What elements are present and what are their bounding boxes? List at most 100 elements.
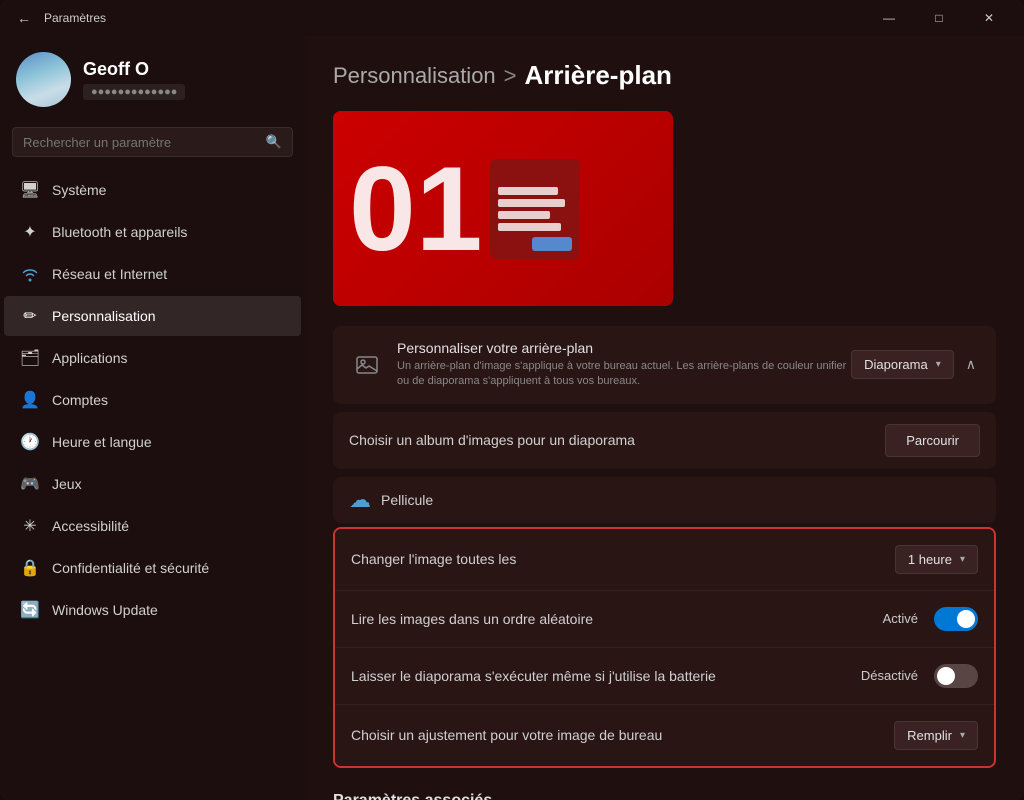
image-icon xyxy=(349,347,385,383)
back-button[interactable]: ← xyxy=(12,6,36,30)
main-content: Geoff O ●●●●●●●●●●●●● 🔍 🖥 Système ✦ Blue… xyxy=(0,36,1024,800)
parametres-associes-header: Paramètres associés xyxy=(333,776,996,800)
collapse-icon[interactable]: ∧ xyxy=(962,352,980,377)
accessibilite-icon: ✳ xyxy=(20,516,40,536)
sidebar-item-label: Réseau et Internet xyxy=(52,266,167,282)
album-label: Choisir un album d'images pour un diapor… xyxy=(349,432,635,448)
breadcrumb-separator: > xyxy=(504,63,517,89)
laisser-diaporama-toggle[interactable] xyxy=(934,664,978,688)
systeme-icon: 🖥 xyxy=(20,180,40,200)
avatar xyxy=(16,52,71,107)
changer-image-dropdown[interactable]: 1 heure ▾ xyxy=(895,545,978,574)
sidebar-item-systeme[interactable]: 🖥 Système xyxy=(4,170,301,210)
diaporama-dropdown[interactable]: Diaporama ▾ xyxy=(851,350,954,379)
wp-badge xyxy=(532,237,572,251)
user-name: Geoff O xyxy=(83,59,185,80)
breadcrumb-current: Arrière-plan xyxy=(525,60,672,91)
sidebar-item-personnalisation[interactable]: ✏ Personnalisation xyxy=(4,296,301,336)
jeux-icon: 🎮 xyxy=(20,474,40,494)
sidebar-item-label: Confidentialité et sécurité xyxy=(52,560,209,576)
sidebar-item-confidentialite[interactable]: 🔒 Confidentialité et sécurité xyxy=(4,548,301,588)
search-box[interactable]: 🔍 xyxy=(12,127,293,157)
wallpaper-image: 01 xyxy=(333,111,673,306)
sidebar-item-label: Applications xyxy=(52,350,128,366)
sidebar-item-bluetooth[interactable]: ✦ Bluetooth et appareils xyxy=(4,212,301,252)
pellicule-row: ☁ Pellicule xyxy=(333,477,996,523)
cloud-icon: ☁ xyxy=(349,487,371,513)
album-row: Choisir un album d'images pour un diapor… xyxy=(333,412,996,469)
wallpaper-preview: 01 xyxy=(333,111,673,306)
avatar-image xyxy=(16,52,71,107)
lire-images-value: Activé xyxy=(883,611,918,626)
laisser-diaporama-label: Laisser le diaporama s'exécuter même si … xyxy=(351,668,861,684)
minimize-button[interactable]: — xyxy=(866,3,912,33)
lire-images-toggle[interactable] xyxy=(934,607,978,631)
personnalisation-icon: ✏ xyxy=(20,306,40,326)
wp-icon xyxy=(490,159,580,259)
sidebar-item-windows-update[interactable]: 🔄 Windows Update xyxy=(4,590,301,630)
user-info: Geoff O ●●●●●●●●●●●●● xyxy=(83,59,185,100)
confidentialite-icon: 🔒 xyxy=(20,558,40,578)
sidebar-item-applications[interactable]: 🗂 Applications xyxy=(4,338,301,378)
sidebar-item-jeux[interactable]: 🎮 Jeux xyxy=(4,464,301,504)
laisser-diaporama-value: Désactivé xyxy=(861,668,918,683)
wp-number: 01 xyxy=(349,149,482,269)
search-icon: 🔍 xyxy=(266,134,282,150)
user-section[interactable]: Geoff O ●●●●●●●●●●●●● xyxy=(0,36,305,119)
sidebar-item-comptes[interactable]: 👤 Comptes xyxy=(4,380,301,420)
pellicule-label: Pellicule xyxy=(381,492,433,508)
sidebar-item-label: Bluetooth et appareils xyxy=(52,224,187,240)
toggle-thumb xyxy=(937,667,955,685)
changer-image-row: Changer l'image toutes les 1 heure ▾ xyxy=(335,529,994,591)
search-input[interactable] xyxy=(23,135,258,150)
personaliser-text: Personnaliser votre arrière-plan Un arri… xyxy=(397,340,851,390)
parcourir-button[interactable]: Parcourir xyxy=(885,424,980,457)
laisser-diaporama-row: Laisser le diaporama s'exécuter même si … xyxy=(335,648,994,705)
ajustement-control: Remplir ▾ xyxy=(894,721,978,750)
personaliser-control: Diaporama ▾ ∧ xyxy=(851,350,980,379)
wp-line-4 xyxy=(498,223,561,231)
titlebar: ← Paramètres — □ ✕ xyxy=(0,0,1024,36)
chevron-down-icon: ▾ xyxy=(936,359,941,370)
chevron-down-icon: ▾ xyxy=(960,730,965,741)
wp-line-1 xyxy=(498,187,557,195)
windows-update-icon: 🔄 xyxy=(20,600,40,620)
window-controls: — □ ✕ xyxy=(866,3,1012,33)
personaliser-title: Personnaliser votre arrière-plan xyxy=(397,340,851,356)
bluetooth-icon: ✦ xyxy=(20,222,40,242)
sidebar-item-label: Jeux xyxy=(52,476,82,492)
laisser-diaporama-control: Désactivé xyxy=(861,664,978,688)
sidebar-item-label: Système xyxy=(52,182,106,198)
right-panel: Personnalisation > Arrière-plan 01 xyxy=(305,36,1024,800)
sidebar-item-heure[interactable]: 🕐 Heure et langue xyxy=(4,422,301,462)
sidebar-item-label: Windows Update xyxy=(52,602,158,618)
ajustement-label: Choisir un ajustement pour votre image d… xyxy=(351,727,894,743)
page-header: Personnalisation > Arrière-plan xyxy=(333,60,996,91)
lire-images-label: Lire les images dans un ordre aléatoire xyxy=(351,611,883,627)
user-email: ●●●●●●●●●●●●● xyxy=(83,84,185,100)
sidebar-item-label: Comptes xyxy=(52,392,108,408)
applications-icon: 🗂 xyxy=(20,348,40,368)
lire-images-control: Activé xyxy=(883,607,978,631)
personaliser-row: Personnaliser votre arrière-plan Un arri… xyxy=(333,326,996,404)
maximize-button[interactable]: □ xyxy=(916,3,962,33)
changer-image-label: Changer l'image toutes les xyxy=(351,551,895,567)
personaliser-desc: Un arrière-plan d'image s'applique à vot… xyxy=(397,359,851,390)
chevron-down-icon: ▾ xyxy=(960,554,965,565)
wifi-icon xyxy=(20,264,40,284)
wp-line-3 xyxy=(498,211,550,219)
heure-icon: 🕐 xyxy=(20,432,40,452)
wp-line-2 xyxy=(498,199,565,207)
personaliser-section: Personnaliser votre arrière-plan Un arri… xyxy=(333,326,996,404)
sidebar: Geoff O ●●●●●●●●●●●●● 🔍 🖥 Système ✦ Blue… xyxy=(0,36,305,800)
sidebar-item-label: Accessibilité xyxy=(52,518,129,534)
ajustement-dropdown[interactable]: Remplir ▾ xyxy=(894,721,978,750)
sidebar-item-label: Personnalisation xyxy=(52,308,156,324)
sidebar-item-reseau[interactable]: Réseau et Internet xyxy=(4,254,301,294)
comptes-icon: 👤 xyxy=(20,390,40,410)
toggle-thumb xyxy=(957,610,975,628)
window-title: Paramètres xyxy=(44,11,106,25)
sidebar-item-accessibilite[interactable]: ✳ Accessibilité xyxy=(4,506,301,546)
close-button[interactable]: ✕ xyxy=(966,3,1012,33)
breadcrumb-parent: Personnalisation xyxy=(333,63,496,89)
